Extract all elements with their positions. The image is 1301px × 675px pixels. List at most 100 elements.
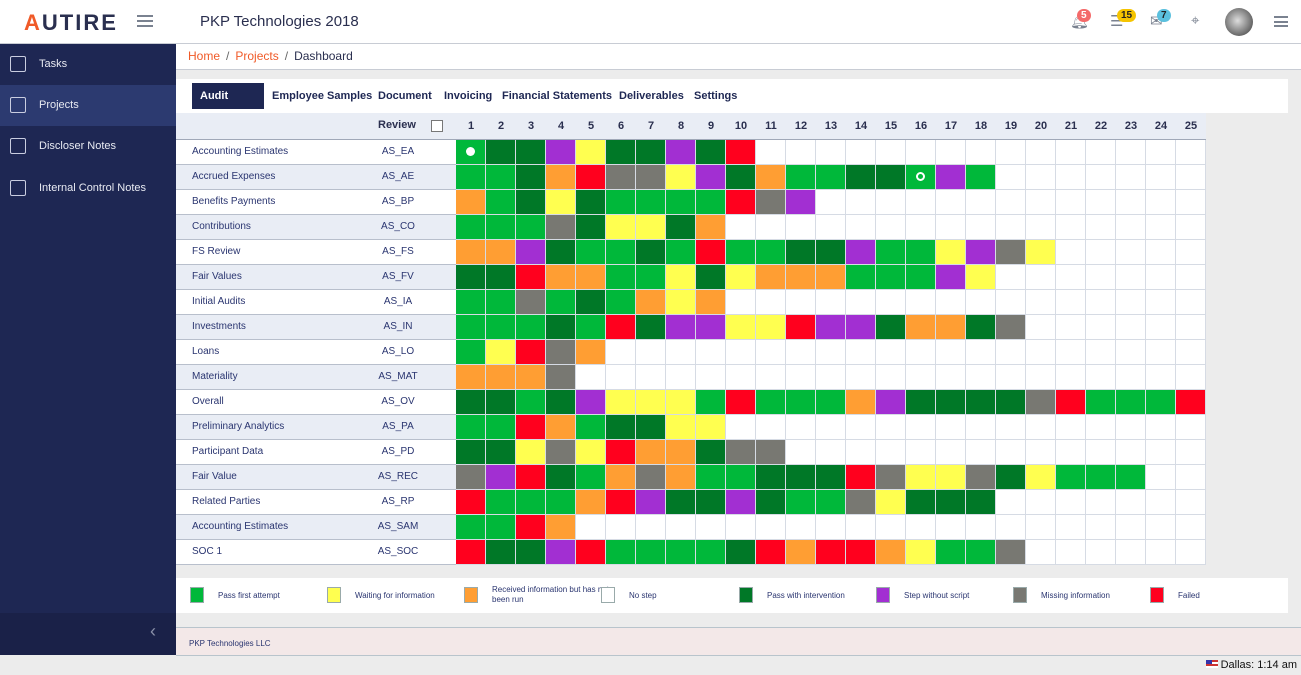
step-cell[interactable] <box>456 465 486 490</box>
step-cell[interactable] <box>576 515 606 540</box>
step-cell[interactable] <box>456 190 486 215</box>
step-cell[interactable] <box>726 240 756 265</box>
step-cell[interactable] <box>906 515 936 540</box>
step-cell[interactable] <box>726 440 756 465</box>
step-cell[interactable] <box>876 365 906 390</box>
step-cell[interactable] <box>606 240 636 265</box>
step-cell[interactable] <box>816 490 846 515</box>
step-cell[interactable] <box>606 215 636 240</box>
right-menu-icon[interactable] <box>1274 16 1288 27</box>
step-cell[interactable] <box>666 340 696 365</box>
step-cell[interactable] <box>696 440 726 465</box>
step-cell[interactable] <box>816 540 846 565</box>
step-cell[interactable] <box>456 390 486 415</box>
step-cell[interactable] <box>906 265 936 290</box>
step-cell[interactable] <box>906 540 936 565</box>
step-cell[interactable] <box>456 140 486 165</box>
step-cell[interactable] <box>966 240 996 265</box>
step-name[interactable]: Fair Value <box>176 465 370 489</box>
step-cell[interactable] <box>846 215 876 240</box>
step-cell[interactable] <box>786 415 816 440</box>
step-cell[interactable] <box>486 415 516 440</box>
step-cell[interactable] <box>996 140 1026 165</box>
step-cell[interactable] <box>1086 265 1116 290</box>
step-cell[interactable] <box>936 465 966 490</box>
step-cell[interactable] <box>516 540 546 565</box>
step-cell[interactable] <box>1026 265 1056 290</box>
step-cell[interactable] <box>666 440 696 465</box>
step-cell[interactable] <box>1176 515 1206 540</box>
step-cell[interactable] <box>816 190 846 215</box>
step-cell[interactable] <box>846 290 876 315</box>
step-cell[interactable] <box>966 140 996 165</box>
step-cell[interactable] <box>1146 390 1176 415</box>
user-avatar[interactable] <box>1225 8 1253 36</box>
step-cell[interactable] <box>906 490 936 515</box>
step-name[interactable]: Initial Audits <box>176 290 370 314</box>
step-cell[interactable] <box>546 240 576 265</box>
step-cell[interactable] <box>996 415 1026 440</box>
step-cell[interactable] <box>636 265 666 290</box>
step-cell[interactable] <box>906 215 936 240</box>
step-cell[interactable] <box>636 440 666 465</box>
step-cell[interactable] <box>786 165 816 190</box>
step-cell[interactable] <box>516 340 546 365</box>
step-cell[interactable] <box>666 140 696 165</box>
step-cell[interactable] <box>786 340 816 365</box>
step-cell[interactable] <box>486 390 516 415</box>
step-cell[interactable] <box>816 265 846 290</box>
step-cell[interactable] <box>906 365 936 390</box>
step-cell[interactable] <box>546 165 576 190</box>
step-cell[interactable] <box>576 540 606 565</box>
step-cell[interactable] <box>936 540 966 565</box>
step-cell[interactable] <box>486 340 516 365</box>
step-cell[interactable] <box>1086 490 1116 515</box>
step-cell[interactable] <box>1116 240 1146 265</box>
step-cell[interactable] <box>606 415 636 440</box>
step-cell[interactable] <box>456 315 486 340</box>
step-cell[interactable] <box>606 440 636 465</box>
step-cell[interactable] <box>816 515 846 540</box>
step-cell[interactable] <box>456 265 486 290</box>
step-cell[interactable] <box>1056 415 1086 440</box>
step-cell[interactable] <box>756 365 786 390</box>
step-cell[interactable] <box>1086 440 1116 465</box>
step-cell[interactable] <box>786 390 816 415</box>
step-cell[interactable] <box>486 515 516 540</box>
step-cell[interactable] <box>966 440 996 465</box>
chevron-left-icon[interactable]: ‹ <box>150 621 156 642</box>
step-cell[interactable] <box>756 440 786 465</box>
step-cell[interactable] <box>1026 440 1056 465</box>
step-cell[interactable] <box>636 190 666 215</box>
step-cell[interactable] <box>1026 390 1056 415</box>
step-cell[interactable] <box>546 215 576 240</box>
step-cell[interactable] <box>906 290 936 315</box>
step-cell[interactable] <box>756 390 786 415</box>
step-cell[interactable] <box>1146 165 1176 190</box>
step-cell[interactable] <box>576 215 606 240</box>
step-cell[interactable] <box>1146 440 1176 465</box>
step-cell[interactable] <box>876 390 906 415</box>
step-cell[interactable] <box>576 490 606 515</box>
step-cell[interactable] <box>1086 290 1116 315</box>
step-cell[interactable] <box>1056 390 1086 415</box>
step-cell[interactable] <box>876 465 906 490</box>
step-cell[interactable] <box>636 215 666 240</box>
step-cell[interactable] <box>1146 490 1176 515</box>
step-cell[interactable] <box>966 265 996 290</box>
step-cell[interactable] <box>1056 340 1086 365</box>
step-cell[interactable] <box>1116 365 1146 390</box>
step-cell[interactable] <box>1176 390 1206 415</box>
step-cell[interactable] <box>666 515 696 540</box>
step-cell[interactable] <box>1056 465 1086 490</box>
step-name[interactable]: FS Review <box>176 240 370 264</box>
step-cell[interactable] <box>1176 340 1206 365</box>
step-cell[interactable] <box>846 315 876 340</box>
step-cell[interactable] <box>756 140 786 165</box>
step-cell[interactable] <box>726 165 756 190</box>
step-cell[interactable] <box>636 315 666 340</box>
step-cell[interactable] <box>666 190 696 215</box>
step-cell[interactable] <box>1176 215 1206 240</box>
step-cell[interactable] <box>576 390 606 415</box>
step-cell[interactable] <box>1176 415 1206 440</box>
